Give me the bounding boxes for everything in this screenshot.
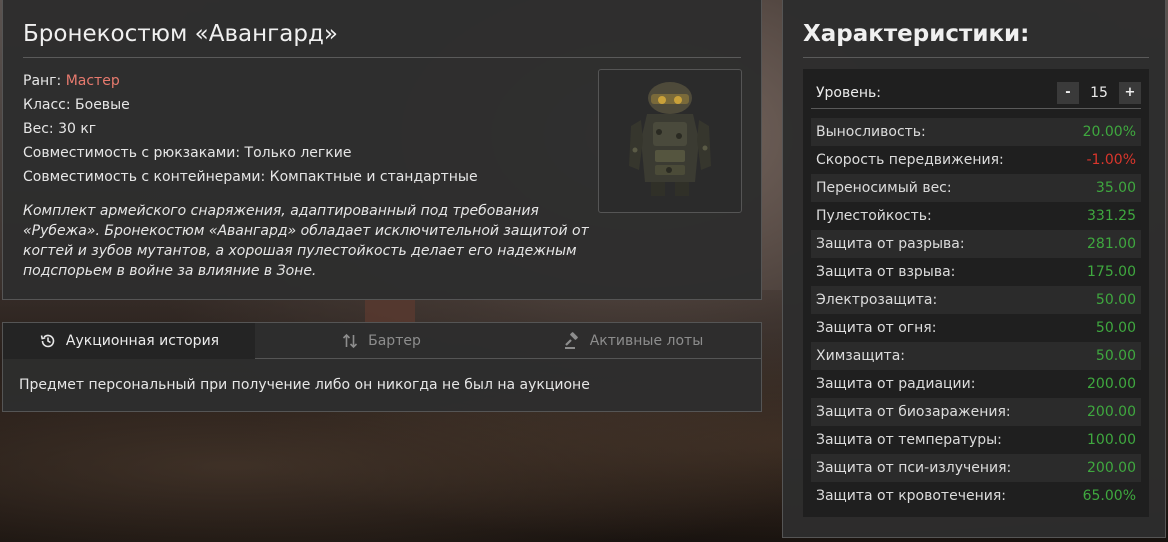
stat-value: 175.00 [1087, 264, 1136, 280]
stat-name: Защита от пси-излучения: [816, 460, 1012, 476]
stat-name: Защита от взрыва: [816, 264, 956, 280]
stat-name: Защита от разрыва: [816, 236, 965, 252]
stat-row: Переносимый вес: 35.00 [811, 174, 1141, 202]
item-description: Комплект армейского снаряжения, адаптиро… [23, 203, 589, 279]
stat-row: Защита от биозаражения: 200.00 [811, 398, 1141, 426]
stat-value: 200.00 [1087, 460, 1136, 476]
stat-name: Выносливость: [816, 124, 926, 140]
item-backpack-compat: Совместимость с рюкзаками: Только легкие [23, 145, 352, 161]
stat-row: Защита от радиации: 200.00 [811, 370, 1141, 398]
rank-value: Мастер [65, 73, 120, 89]
armor-suit-icon [598, 69, 742, 213]
auction-tabs-panel: Аукционная история Бартер Активные лоты … [2, 322, 762, 412]
history-icon [40, 334, 55, 348]
item-rank: Ранг: Мастер [23, 69, 583, 93]
stat-value: 65.00% [1082, 488, 1136, 504]
stat-value: 50.00 [1095, 320, 1136, 336]
stat-name: Защита от радиации: [816, 376, 976, 392]
tab-active-lots[interactable]: Активные лоты [507, 323, 759, 359]
stat-value: 50.00 [1095, 348, 1136, 364]
stat-row: Защита от пси-излучения: 200.00 [811, 454, 1141, 482]
level-value: 15 [1090, 84, 1108, 101]
stat-value: 281.00 [1087, 236, 1136, 252]
stat-row: Выносливость: 20.00% [811, 118, 1141, 146]
item-weight: Вес: 30 кг [23, 121, 97, 137]
level-decrement-button[interactable]: - [1057, 81, 1079, 104]
stat-name: Защита от температуры: [816, 432, 1002, 448]
characteristics-panel: Характеристики: Уровень: - 15 + Вынослив… [782, 0, 1166, 538]
swap-arrows-icon [343, 333, 358, 349]
stat-row: Электрозащита: 50.00 [811, 286, 1141, 314]
stat-name: Защита от кровотечения: [816, 488, 1006, 504]
stat-name: Защита от огня: [816, 320, 937, 336]
stat-value: 200.00 [1087, 404, 1136, 420]
tab-content-text: Предмет персональный при получение либо … [19, 377, 590, 393]
tab-auction-history[interactable]: Аукционная история [3, 323, 255, 359]
stat-value: 50.00 [1095, 292, 1136, 308]
stat-row: Пулестойкость: 331.25 [811, 202, 1141, 230]
stat-row: Защита от огня: 50.00 [811, 314, 1141, 342]
stat-value: 35.00 [1095, 180, 1136, 196]
characteristics-box: Уровень: - 15 + Выносливость: 20.00% Скоро… [803, 69, 1149, 517]
item-info-panel: Бронекостюм «Авангард» Ранг: Мастер Клас… [2, 0, 762, 300]
stat-value: 200.00 [1087, 376, 1136, 392]
stat-name: Переносимый вес: [816, 180, 952, 196]
stat-value: 331.25 [1087, 208, 1136, 224]
stat-value: -1.00% [1086, 152, 1136, 168]
level-label: Уровень: [816, 84, 881, 101]
stats-list: Выносливость: 20.00% Скорость передвижения… [811, 118, 1141, 510]
item-properties: Ранг: Мастер Класс: Боевые Вес: 30 кг Со… [23, 69, 583, 189]
tab-auction-history-label: Аукционная история [65, 333, 220, 349]
stat-value: 100.00 [1087, 432, 1136, 448]
tab-barter-label: Бартер [368, 333, 421, 349]
stat-row: Защита от разрыва: 281.00 [811, 230, 1141, 258]
stat-name: Химзащита: [816, 348, 906, 364]
level-row: Уровень: - 15 + [811, 77, 1141, 109]
tab-active-lots-label: Активные лоты [589, 333, 704, 349]
item-class: Класс: Боевые [23, 97, 130, 113]
tab-bar: Аукционная история Бартер Активные лоты [3, 323, 761, 359]
stat-row: Химзащита: 50.00 [811, 342, 1141, 370]
stat-name: Пулестойкость: [816, 208, 932, 224]
item-title: Бронекостюм «Авангард» [23, 21, 741, 58]
stat-name: Защита от биозаражения: [816, 404, 1011, 420]
stat-row: Защита от кровотечения: 65.00% [811, 482, 1141, 510]
item-container-compat: Совместимость с контейнерами: Компактные… [23, 169, 478, 185]
stat-row: Защита от взрыва: 175.00 [811, 258, 1141, 286]
rank-label: Ранг: [23, 73, 66, 89]
tab-barter[interactable]: Бартер [255, 323, 507, 359]
level-increment-button[interactable]: + [1119, 81, 1141, 104]
stat-name: Электрозащита: [816, 292, 938, 308]
gavel-icon [564, 332, 578, 349]
stat-row: Скорость передвижения: -1.00% [811, 146, 1141, 174]
stat-row: Защита от температуры: 100.00 [811, 426, 1141, 454]
characteristics-title: Характеристики: [803, 21, 1149, 58]
stat-name: Скорость передвижения: [816, 152, 1004, 168]
stat-value: 20.00% [1082, 124, 1136, 140]
